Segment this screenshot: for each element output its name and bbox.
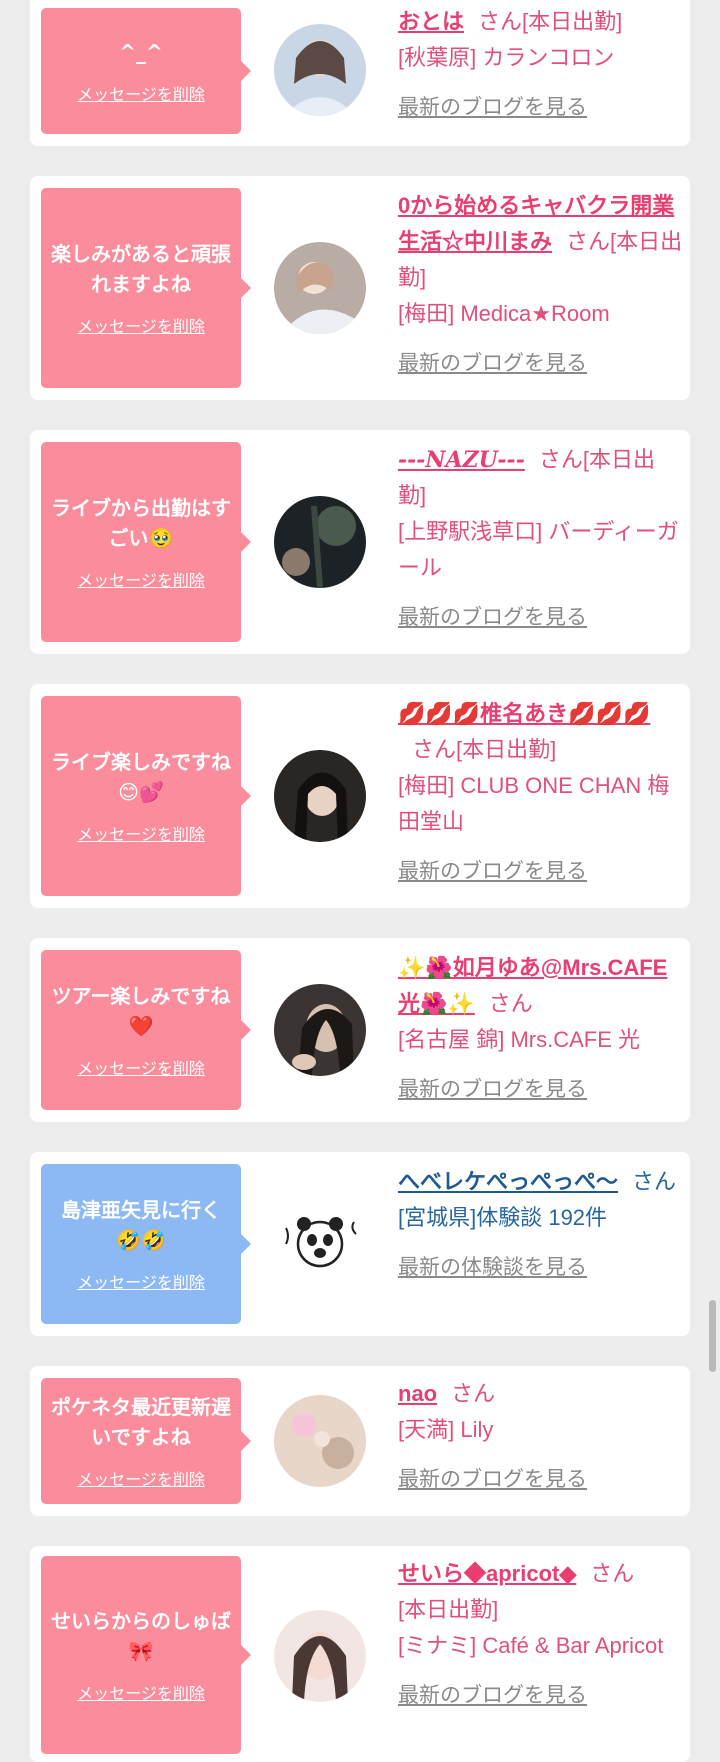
latest-blog-link[interactable]: 最新のブログを見る [398,346,683,382]
cast-info: nao さん [天満] Lily 最新のブログを見る [398,1376,683,1498]
latest-blog-link[interactable]: 最新のブログを見る [398,1072,683,1108]
honorific: さん [451,1381,496,1406]
message-text: ポケネタ最近更新遅いですよね [51,1395,231,1449]
cast-info: 0から始めるキャバクラ開業生活☆中川まみ さん[本日出勤] [梅田] Medica… [398,188,683,382]
review-count-info: [宮城県]体験談 192件 [398,1205,608,1230]
cast-name-link[interactable]: nao [398,1381,437,1406]
message-bubble: ツアー楽しみですね❤️ メッセージを削除 [41,950,251,1110]
message-card: ライブ楽しみですね😊💕 メッセージを削除 💋💋💋椎名あき💋💋💋 さん[本日出勤] … [30,684,690,908]
shop-info: [秋葉原] カランコロン [398,45,615,70]
work-status: [本日出勤] [522,9,623,34]
work-status: [本日出勤] [398,1597,499,1622]
delete-message-link[interactable]: メッセージを削除 [77,1680,205,1704]
honorific: さん [412,737,457,762]
avatar[interactable] [274,24,366,116]
avatar[interactable] [274,1198,366,1290]
message-text: ライブ楽しみですね😊💕 [51,750,231,804]
avatar-photo-icon [274,984,366,1076]
message-card: ポケネタ最近更新遅いですよね メッセージを削除 nao さん [天満] Lily … [30,1366,690,1516]
avatar[interactable] [274,1395,366,1487]
avatar-photo-icon [274,1395,366,1487]
message-card: 楽しみがあると頑張れますよね メッセージを削除 0から始めるキャバクラ開業生活☆… [30,176,690,400]
latest-blog-link[interactable]: 最新のブログを見る [398,600,683,636]
avatar-photo-icon [274,24,366,116]
avatar-photo-icon [274,1610,366,1702]
message-text: せいらからのしゅば🎀 [51,1609,231,1663]
shop-info: [梅田] Medica★Room [398,301,610,326]
delete-message-link[interactable]: メッセージを削除 [77,821,205,845]
honorific: さん [590,1561,635,1586]
message-bubble: ライブ楽しみですね😊💕 メッセージを削除 [41,696,251,896]
cast-info: せいら◆apricot◆ さん [本日出勤] [ミナミ] Café & Bar A… [398,1556,683,1714]
avatar[interactable] [274,750,366,842]
message-card: せいらからのしゅば🎀 メッセージを削除 せいら◆apricot◆ さん [本日出勤… [30,1546,690,1762]
message-text: ライブから出勤はすごい🥹 [51,496,231,550]
cast-name-link[interactable]: せいら◆apricot◆ [398,1561,576,1586]
cast-info: 💋💋💋椎名あき💋💋💋 さん[本日出勤] [梅田] CLUB ONE CHAN 梅田… [398,696,683,890]
latest-blog-link[interactable]: 最新のブログを見る [398,1678,683,1714]
avatar-photo-icon [274,750,366,842]
message-text: 島津亜矢見に行く🤣🤣 [61,1198,221,1252]
work-status: [本日出勤] [456,737,557,762]
scrollbar[interactable] [709,1300,716,1372]
message-bubble: ライブから出勤はすごい🥹 メッセージを削除 [41,442,251,642]
cast-info: おとは さん[本日出勤] [秋葉原] カランコロン 最新のブログを見る [398,4,683,126]
latest-blog-link[interactable]: 最新のブログを見る [398,90,683,126]
message-bubble: せいらからのしゅば🎀 メッセージを削除 [41,1556,251,1754]
message-card: ツアー楽しみですね❤️ メッセージを削除 ✨🌺如月ゆあ@Mrs.CAFE光🌺✨ さ… [30,938,690,1122]
avatar[interactable] [274,1610,366,1702]
delete-message-link[interactable]: メッセージを削除 [77,1466,205,1490]
panda-sticker-icon [274,1198,366,1290]
delete-message-link[interactable]: メッセージを削除 [77,313,205,337]
avatar-photo-icon [274,496,366,588]
avatar[interactable] [274,496,366,588]
delete-message-link[interactable]: メッセージを削除 [77,81,205,105]
message-card: ^_^ メッセージを削除 おとは さん[本日出勤] [秋葉原] カランコロン 最新… [30,0,690,146]
cast-info: へべレケぺっぺっぺ〜 さん [宮城県]体験談 192件 最新の体験談を見る [398,1164,683,1286]
delete-message-link[interactable]: メッセージを削除 [77,1269,205,1293]
cast-name-link[interactable]: ---NAZU--- [398,447,525,473]
avatar[interactable] [274,984,366,1076]
message-bubble: 楽しみがあると頑張れますよね メッセージを削除 [41,188,251,388]
delete-message-link[interactable]: メッセージを削除 [77,567,205,591]
message-text: 楽しみがあると頑張れますよね [51,242,231,296]
message-card: 島津亜矢見に行く🤣🤣 メッセージを削除 へべレケぺっぺっぺ〜 さん [宮城県]体験… [30,1152,690,1336]
message-bubble: 島津亜矢見に行く🤣🤣 メッセージを削除 [41,1164,251,1324]
shop-info: [ミナミ] Café & Bar Apricot [398,1633,664,1658]
cast-name-link[interactable]: 💋💋💋椎名あき💋💋💋 [398,701,650,726]
message-text: ^_^ [119,40,163,64]
shop-info: [梅田] CLUB ONE CHAN 梅田堂山 [398,773,670,834]
latest-blog-link[interactable]: 最新のブログを見る [398,854,683,890]
honorific: さん [478,9,523,34]
reviewer-name-link[interactable]: へべレケぺっぺっぺ〜 [398,1169,618,1194]
shop-info: [上野駅浅草口] バーディーガール [398,519,679,580]
shop-info: [天満] Lily [398,1417,494,1442]
message-bubble: ポケネタ最近更新遅いですよね メッセージを削除 [41,1378,251,1504]
avatar-photo-icon [274,242,366,334]
latest-blog-link[interactable]: 最新のブログを見る [398,1462,683,1498]
delete-message-link[interactable]: メッセージを削除 [77,1055,205,1079]
cast-name-link[interactable]: おとは [398,9,464,34]
cast-info: ---NAZU--- さん[本日出勤] [上野駅浅草口] バーディーガール 最新の… [398,442,683,636]
cast-info: ✨🌺如月ゆあ@Mrs.CAFE光🌺✨ さん [名古屋 錦] Mrs.CAFE 光 … [398,950,683,1108]
latest-review-link[interactable]: 最新の体験談を見る [398,1250,683,1286]
message-card: ライブから出勤はすごい🥹 メッセージを削除 ---NAZU--- さん[本日出勤]… [30,430,690,654]
message-text: ツアー楽しみですね❤️ [51,984,231,1038]
message-bubble: ^_^ メッセージを削除 [41,8,251,134]
honorific: さん [566,229,611,254]
honorific: さん [488,991,533,1016]
honorific: さん [538,447,583,472]
avatar[interactable] [274,242,366,334]
shop-info: [名古屋 錦] Mrs.CAFE 光 [398,1027,641,1052]
honorific: さん [632,1169,677,1194]
